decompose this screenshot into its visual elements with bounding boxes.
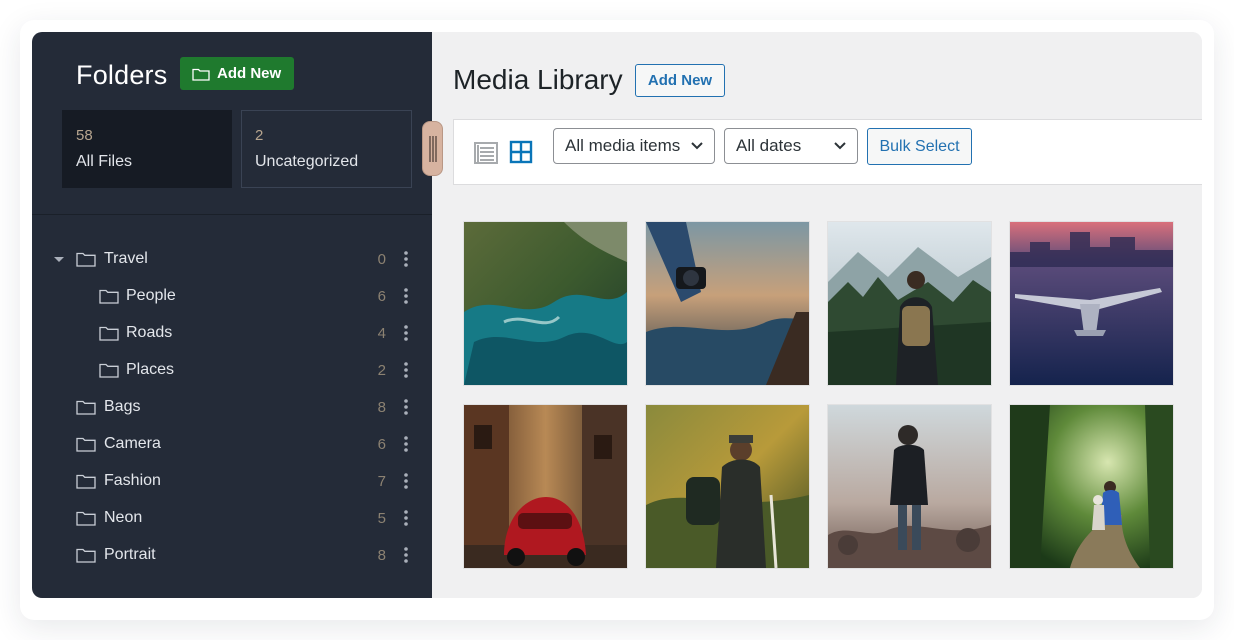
folder-item-camera[interactable]: Camera 6 bbox=[32, 429, 432, 459]
chevron-down-icon bbox=[834, 142, 846, 150]
folder-count: 5 bbox=[377, 509, 386, 527]
folder-name: Neon bbox=[104, 509, 143, 526]
more-options-icon[interactable] bbox=[404, 361, 408, 379]
folders-title: Folders bbox=[76, 60, 168, 90]
folder-item-roads[interactable]: Roads 4 bbox=[32, 318, 432, 348]
folder-icon bbox=[76, 474, 96, 489]
folder-icon bbox=[99, 363, 119, 378]
chevron-down-icon bbox=[691, 142, 703, 150]
folder-name: Portrait bbox=[104, 546, 156, 563]
sidebar-divider bbox=[32, 214, 432, 215]
more-options-icon[interactable] bbox=[404, 435, 408, 453]
folder-count: 8 bbox=[377, 398, 386, 416]
folders-sidebar: Folders Add New 58 All Files 2 Uncategor… bbox=[32, 32, 432, 598]
more-options-icon[interactable] bbox=[404, 287, 408, 305]
folder-name: Camera bbox=[104, 435, 161, 452]
media-thumbnail[interactable] bbox=[828, 222, 991, 385]
more-options-icon[interactable] bbox=[404, 546, 408, 564]
media-thumbnail[interactable] bbox=[464, 222, 627, 385]
uncategorized-count: 2 bbox=[255, 127, 264, 144]
add-folder-label: Add New bbox=[217, 65, 282, 82]
folder-item-people[interactable]: People 6 bbox=[32, 281, 432, 311]
folder-count: 6 bbox=[377, 287, 386, 305]
media-type-value: All media items bbox=[565, 136, 681, 155]
folder-icon bbox=[76, 548, 96, 563]
all-files-count: 58 bbox=[76, 127, 93, 144]
add-new-media-button[interactable]: Add New bbox=[635, 64, 725, 97]
folder-item-fashion[interactable]: Fashion 7 bbox=[32, 466, 432, 496]
media-thumbnail[interactable] bbox=[1010, 222, 1173, 385]
media-toolbar: All media items All dates Bulk Select bbox=[453, 119, 1202, 185]
folder-item-bags[interactable]: Bags 8 bbox=[32, 392, 432, 422]
red-beetle-car-street-photo bbox=[464, 405, 627, 568]
folder-icon bbox=[192, 68, 210, 81]
folder-count: 0 bbox=[377, 250, 386, 268]
grid-view-icon[interactable] bbox=[509, 140, 533, 164]
folder-item-neon[interactable]: Neon 5 bbox=[32, 503, 432, 533]
folder-name: Fashion bbox=[104, 472, 161, 489]
all-files-label: All Files bbox=[76, 153, 133, 170]
hand-holding-camera-photo bbox=[646, 222, 809, 385]
media-thumbnail[interactable] bbox=[1010, 405, 1173, 568]
more-options-icon[interactable] bbox=[404, 324, 408, 342]
folder-icon bbox=[99, 326, 119, 341]
folder-name: People bbox=[126, 287, 176, 304]
more-options-icon[interactable] bbox=[404, 509, 408, 527]
airplane-over-city-photo bbox=[1010, 222, 1173, 385]
folder-count: 8 bbox=[377, 546, 386, 564]
folder-count: 4 bbox=[377, 324, 386, 342]
folder-name: Bags bbox=[104, 398, 141, 415]
drag-handle-icon bbox=[429, 136, 437, 162]
bulk-select-button[interactable]: Bulk Select bbox=[867, 128, 972, 165]
media-thumbnail[interactable] bbox=[828, 405, 991, 568]
date-filter[interactable]: All dates bbox=[724, 128, 858, 164]
folder-item-portrait[interactable]: Portrait 8 bbox=[32, 540, 432, 570]
media-thumbnail[interactable] bbox=[646, 222, 809, 385]
all-files-box[interactable]: 58 All Files bbox=[62, 110, 232, 188]
uncategorized-box[interactable]: 2 Uncategorized bbox=[241, 110, 412, 188]
hikers-forest-trail-photo bbox=[1010, 405, 1173, 568]
folder-item-travel[interactable]: Travel 0 bbox=[32, 244, 432, 274]
list-view-icon[interactable] bbox=[474, 141, 498, 165]
folder-icon bbox=[76, 437, 96, 452]
hiker-forest-mountain-photo bbox=[828, 222, 991, 385]
add-folder-button[interactable]: Add New bbox=[180, 57, 294, 90]
more-options-icon[interactable] bbox=[404, 472, 408, 490]
uncategorized-label: Uncategorized bbox=[255, 153, 359, 170]
date-filter-value: All dates bbox=[736, 136, 802, 155]
folder-icon bbox=[76, 511, 96, 526]
page-title: Media Library bbox=[453, 64, 623, 95]
media-thumbnail[interactable] bbox=[646, 405, 809, 568]
folder-icon bbox=[99, 289, 119, 304]
folder-count: 6 bbox=[377, 435, 386, 453]
folder-count: 2 bbox=[377, 361, 386, 379]
media-library-panel: Media Library Add New All media items Al… bbox=[432, 32, 1202, 598]
folder-count: 7 bbox=[377, 472, 386, 490]
caret-down-icon[interactable] bbox=[54, 254, 64, 264]
sidebar-resize-handle[interactable] bbox=[422, 121, 443, 176]
media-type-filter[interactable]: All media items bbox=[553, 128, 715, 164]
folder-icon bbox=[76, 400, 96, 415]
media-thumbnail[interactable] bbox=[464, 405, 627, 568]
app-window: Folders Add New 58 All Files 2 Uncategor… bbox=[32, 32, 1202, 598]
folder-icon bbox=[76, 252, 96, 267]
photographer-on-rocks-photo bbox=[828, 405, 991, 568]
folder-name: Places bbox=[126, 361, 175, 378]
folder-item-places[interactable]: Places 2 bbox=[32, 355, 432, 385]
folder-name: Travel bbox=[104, 250, 148, 267]
aerial-coastline-photo bbox=[464, 222, 627, 385]
hiker-with-backpack-photo bbox=[646, 405, 809, 568]
folder-name: Roads bbox=[126, 324, 173, 341]
more-options-icon[interactable] bbox=[404, 398, 408, 416]
more-options-icon[interactable] bbox=[404, 250, 408, 268]
